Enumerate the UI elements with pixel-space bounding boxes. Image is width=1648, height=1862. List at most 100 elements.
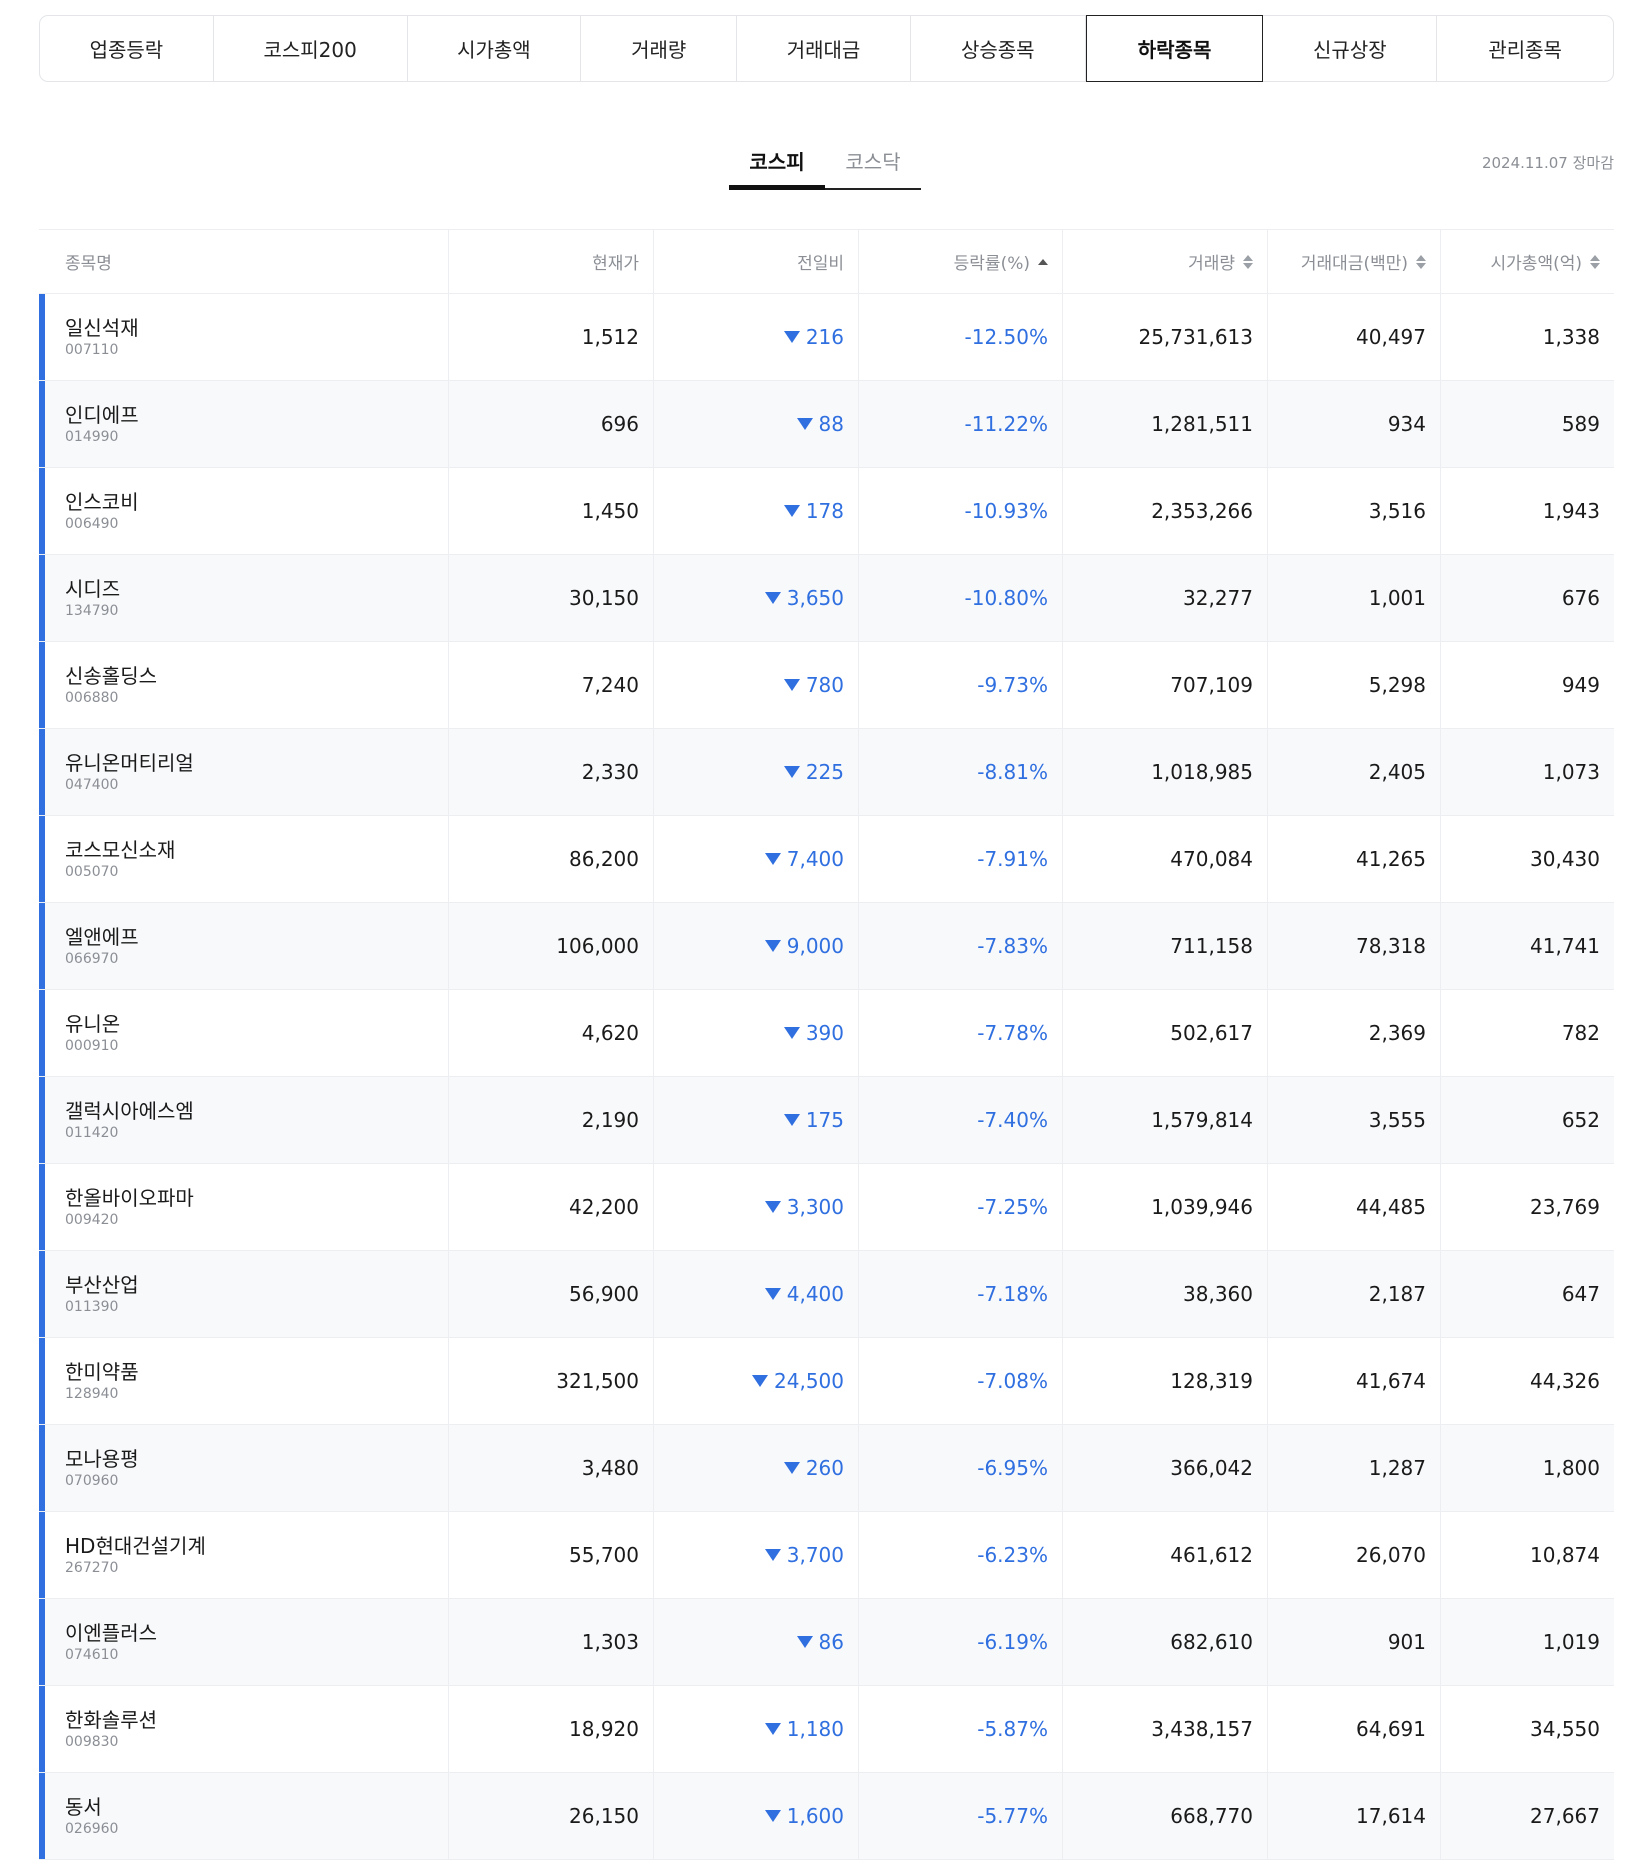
sort-asc-icon[interactable]: [1038, 254, 1048, 270]
rate-cell: -6.95%: [859, 1425, 1063, 1511]
table-row[interactable]: 동서 026960 26,150 1,600 -5.77% 668,770 17,614 27…: [39, 1773, 1614, 1860]
table-row[interactable]: 갤럭시아에스엠 011420 2,190 175 -7.40% 1,579,814 3,55…: [39, 1077, 1614, 1164]
col-header-rate[interactable]: 등락률(%): [859, 230, 1063, 293]
volume-cell: 1,281,511: [1063, 381, 1268, 467]
down-triangle-icon: [764, 1723, 781, 1735]
price-cell: 4,620: [449, 990, 654, 1076]
table-row[interactable]: 부산산업 011390 56,900 4,400 -7.18% 38,360 2,187 64…: [39, 1251, 1614, 1338]
stock-name[interactable]: 시디즈: [65, 576, 120, 602]
rate-cell: -8.81%: [859, 729, 1063, 815]
rate-cell: -6.23%: [859, 1512, 1063, 1598]
volume-cell: 2,353,266: [1063, 468, 1268, 554]
change-cell: 175: [654, 1077, 859, 1163]
down-triangle-icon: [764, 1288, 781, 1300]
market-cap-cell: 676: [1561, 586, 1600, 610]
change-cell: 88: [654, 381, 859, 467]
table-row[interactable]: 시디즈 134790 30,150 3,650 -10.80% 32,277 1,001 67…: [39, 555, 1614, 642]
stock-name[interactable]: 인스코비: [65, 489, 139, 515]
col-header-market-cap[interactable]: 시가총액(억): [1441, 230, 1614, 293]
tab-category[interactable]: 코스피200: [214, 16, 408, 81]
stock-name[interactable]: 모나용평: [65, 1446, 139, 1472]
stock-name[interactable]: 한화솔루션: [65, 1707, 157, 1733]
tab-category[interactable]: 신규상장: [1263, 16, 1438, 81]
trade-value-cell: 26,070: [1268, 1512, 1441, 1598]
tab-category[interactable]: 업종등락: [40, 16, 214, 81]
price-cell: 18,920: [449, 1686, 654, 1772]
stock-name[interactable]: 동서: [65, 1794, 102, 1820]
stock-name-cell: 갤럭시아에스엠 011420: [39, 1077, 449, 1163]
price-cell: 1,450: [449, 468, 654, 554]
tab-category[interactable]: 관리종목: [1437, 16, 1613, 81]
table-row[interactable]: 엘앤에프 066970 106,000 9,000 -7.83% 711,158 78,31…: [39, 903, 1614, 990]
stock-name[interactable]: 유니온: [65, 1011, 120, 1037]
table-row[interactable]: 한미약품 128940 321,500 24,500 -7.08% 128,319 41,6…: [39, 1338, 1614, 1425]
stock-name[interactable]: 엘앤에프: [65, 924, 139, 950]
stock-name-cell: 인스코비 006490: [39, 468, 449, 554]
col-header-volume[interactable]: 거래량: [1063, 230, 1268, 293]
volume-cell: 711,158: [1063, 903, 1268, 989]
table-row[interactable]: 유니온머티리얼 047400 2,330 225 -8.81% 1,018,985 2,40…: [39, 729, 1614, 816]
price-cell: 1,303: [449, 1599, 654, 1685]
market-date: 2024.11.07 장마감: [1481, 154, 1614, 172]
stock-name[interactable]: HD현대건설기계: [65, 1533, 206, 1559]
market-cap-cell: 1,019: [1542, 1630, 1600, 1654]
change-cell: 3,300: [654, 1164, 859, 1250]
col-header-trade-value[interactable]: 거래대금(백만): [1268, 230, 1441, 293]
stock-name[interactable]: 한올바이오파마: [65, 1185, 194, 1211]
market-cap-cell: 782: [1561, 1021, 1600, 1045]
stock-name[interactable]: 유니온머티리얼: [65, 750, 194, 776]
table-row[interactable]: 코스모신소재 005070 86,200 7,400 -7.91% 470,084 41,2…: [39, 816, 1614, 903]
market-cap-cell: 23,769: [1530, 1195, 1600, 1219]
table-row[interactable]: 모나용평 070960 3,480 260 -6.95% 366,042 1,287 1,80…: [39, 1425, 1614, 1512]
tab-category[interactable]: 시가총액: [408, 16, 582, 81]
table-row[interactable]: 한화솔루션 009830 18,920 1,180 -5.87% 3,438,157 64,…: [39, 1686, 1614, 1773]
stock-name[interactable]: 이엔플러스: [65, 1620, 157, 1646]
category-tabs: 업종등락 코스피200 시가총액 거래량 거래대금 상승종목 하락종목 신규상장 관리종목: [39, 15, 1614, 82]
rate-cell: -9.73%: [859, 642, 1063, 728]
market-cap-cell: 949: [1561, 673, 1600, 697]
table-row[interactable]: 신송홀딩스 006880 7,240 780 -9.73% 707,109 5,298 949: [39, 642, 1614, 729]
trade-value-cell: 2,187: [1268, 1251, 1441, 1337]
rate-cell: -10.80%: [859, 555, 1063, 641]
rate-cell: -10.93%: [859, 468, 1063, 554]
sort-icon[interactable]: [1416, 254, 1426, 270]
stock-name[interactable]: 갤럭시아에스엠: [65, 1098, 194, 1124]
rate-cell: -6.19%: [859, 1599, 1063, 1685]
price-cell: 2,190: [449, 1077, 654, 1163]
stock-name[interactable]: 한미약품: [65, 1359, 139, 1385]
sort-icon[interactable]: [1243, 254, 1253, 270]
tab-category[interactable]: 거래량: [581, 16, 738, 81]
table-row[interactable]: 인스코비 006490 1,450 178 -10.93% 2,353,266 3,516 1…: [39, 468, 1614, 555]
stock-name[interactable]: 부산산업: [65, 1272, 139, 1298]
market-cap-cell: 1,943: [1542, 499, 1600, 523]
sort-icon[interactable]: [1590, 254, 1600, 270]
table-row[interactable]: 한올바이오파마 009420 42,200 3,300 -7.25% 1,039,946 4…: [39, 1164, 1614, 1251]
tab-category[interactable]: 상승종목: [911, 16, 1086, 81]
stock-name[interactable]: 코스모신소재: [65, 837, 175, 863]
price-cell: 3,480: [449, 1425, 654, 1511]
price-cell: 56,900: [449, 1251, 654, 1337]
volume-cell: 1,018,985: [1063, 729, 1268, 815]
down-triangle-icon: [783, 1027, 800, 1039]
market-cap-cell: 1,338: [1542, 325, 1600, 349]
market-cap-cell: 27,667: [1530, 1804, 1600, 1828]
table-row[interactable]: HD현대건설기계 267270 55,700 3,700 -6.23% 461,612 26…: [39, 1512, 1614, 1599]
volume-cell: 668,770: [1063, 1773, 1268, 1859]
down-triangle-icon: [796, 418, 813, 430]
stock-name[interactable]: 신송홀딩스: [65, 663, 157, 689]
market-cap-cell: 10,874: [1530, 1543, 1600, 1567]
tab-market[interactable]: 코스피: [729, 138, 825, 190]
table-row[interactable]: 인디에프 014990 696 88 -11.22% 1,281,511 934 589: [39, 381, 1614, 468]
table-row[interactable]: 일신석재 007110 1,512 216 -12.50% 25,731,613 40,49…: [39, 294, 1614, 381]
tab-market[interactable]: 코스닥: [825, 138, 921, 190]
table-row[interactable]: 이엔플러스 074610 1,303 86 -6.19% 682,610 901 1,019: [39, 1599, 1614, 1686]
stock-name[interactable]: 인디에프: [65, 402, 139, 428]
price-cell: 321,500: [449, 1338, 654, 1424]
stock-name-cell: 유니온 000910: [39, 990, 449, 1076]
tab-category[interactable]: 하락종목: [1085, 15, 1264, 82]
rate-cell: -7.91%: [859, 816, 1063, 902]
table-row[interactable]: 유니온 000910 4,620 390 -7.78% 502,617 2,369 782: [39, 990, 1614, 1077]
stock-name[interactable]: 일신석재: [65, 315, 139, 341]
tab-category[interactable]: 거래대금: [737, 16, 911, 81]
market-cap-cell: 589: [1561, 412, 1600, 436]
